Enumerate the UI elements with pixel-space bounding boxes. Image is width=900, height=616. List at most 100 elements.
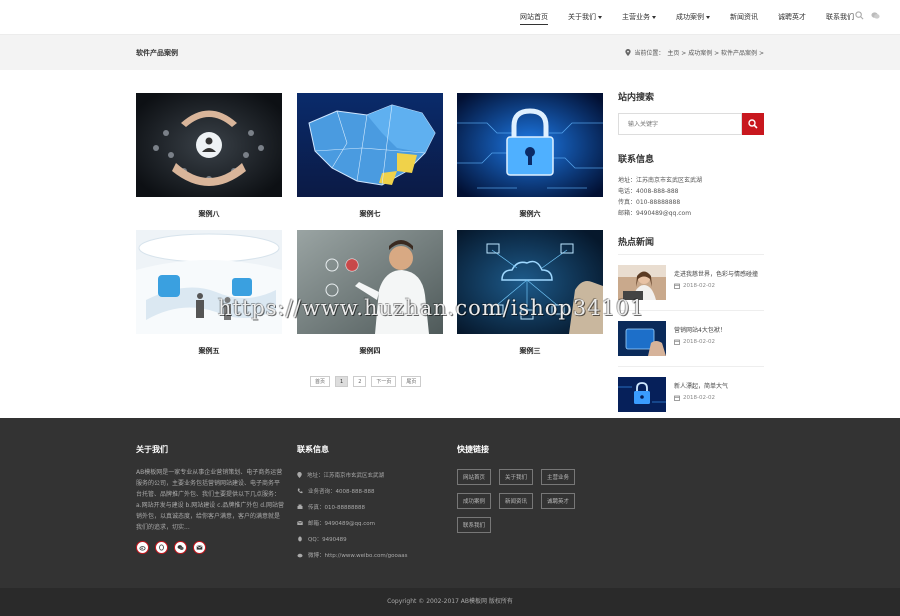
- footer-contact-text: 业务咨询：4008-888-888: [308, 489, 375, 495]
- news-image[interactable]: [618, 377, 666, 412]
- breadcrumb-bar: 软件产品案例 当前位置： 主页 > 成功案例 > 软件产品案例 >: [0, 34, 900, 70]
- quick-link-cases[interactable]: 成功案例: [457, 493, 491, 509]
- quick-link-contact[interactable]: 联系我们: [457, 517, 491, 533]
- wechat-icon[interactable]: [871, 11, 880, 20]
- footer-contact-text: 地址：江苏南京市玄武区玄武湖: [307, 473, 385, 479]
- news-item[interactable]: 新人漂起，简单大气 2018-02-02: [618, 367, 764, 422]
- quick-link-business[interactable]: 主营业务: [541, 469, 575, 485]
- contact-title: 联系信息: [618, 155, 655, 165]
- sidebar: 站内搜索 联系信息 地址：江苏南京市玄武区玄武湖 电话：4008-888-888…: [618, 90, 764, 422]
- search-title: 站内搜索: [618, 93, 655, 103]
- nav-item-cases[interactable]: 成功案例: [676, 0, 710, 34]
- weibo-icon: [297, 553, 303, 558]
- nav-label: 新闻资讯: [730, 13, 758, 21]
- page-first-button[interactable]: 首页: [310, 376, 331, 387]
- footer-contact-title: 联系信息: [297, 445, 329, 454]
- news-title: 热点新闻: [618, 235, 764, 255]
- footer-contact-line: 地址：江苏南京市玄武区玄武湖: [297, 467, 407, 483]
- breadcrumb: 当前位置： 主页 > 成功案例 > 软件产品案例 >: [625, 48, 764, 57]
- footer-contact-line: 微博：http://www.weibo.com/gooaas: [297, 547, 407, 563]
- footer-contact-list: 地址：江苏南京市玄武区玄武湖 业务咨询：4008-888-888 传真：010-…: [297, 467, 407, 563]
- nav-item-news[interactable]: 新闻资讯: [730, 0, 758, 34]
- case-card[interactable]: 案例四: [297, 230, 443, 356]
- nav-label: 联系我们: [826, 13, 854, 21]
- footer-contact-line: 业务咨询：4008-888-888: [297, 483, 407, 499]
- footer-contact-text: QQ：9490489: [308, 537, 347, 543]
- page-last-button[interactable]: 尾页: [401, 376, 422, 387]
- footer-contact: 联系信息 地址：江苏南京市玄武区玄武湖 业务咨询：4008-888-888 传真…: [297, 444, 407, 563]
- search-icon: [748, 119, 758, 129]
- case-card[interactable]: 案例八: [136, 93, 282, 219]
- email-icon: [297, 520, 303, 525]
- case-caption[interactable]: 案例六: [457, 209, 603, 219]
- news-item-title[interactable]: 营销网站4大包袱！: [674, 325, 726, 334]
- nav-item-about[interactable]: 关于我们: [568, 0, 602, 34]
- social-links: [136, 541, 284, 554]
- page-1-button[interactable]: 1: [335, 376, 349, 387]
- search-input[interactable]: [618, 113, 742, 135]
- page-title: 软件产品案例: [136, 49, 178, 57]
- nav-label: 关于我们: [568, 13, 596, 21]
- nav-label: 成功案例: [676, 13, 704, 21]
- news-item-title[interactable]: 新人漂起，简单大气: [674, 381, 728, 390]
- contact-info: 地址：江苏南京市玄武区玄武湖 电话：4008-888-888 传真：010-88…: [618, 175, 764, 219]
- footer-about: 关于我们 AB模板网是一家专业从事企业营销策划、电子商务运营服务的公司，主要业务…: [136, 444, 284, 554]
- nav-item-business[interactable]: 主营业务: [622, 0, 656, 34]
- case-image[interactable]: [457, 93, 603, 197]
- case-caption[interactable]: 案例七: [297, 209, 443, 219]
- nav-label: 网站首页: [520, 13, 548, 21]
- quick-link-news[interactable]: 新闻资讯: [499, 493, 533, 509]
- contact-email: 邮箱：9490489@qq.com: [618, 210, 692, 217]
- nav-item-home[interactable]: 网站首页: [520, 0, 548, 34]
- case-caption[interactable]: 案例八: [136, 209, 282, 219]
- quick-links: 网站首页 关于我们 主营业务 成功案例 新闻资讯 诚聘英才 联系我们: [457, 469, 575, 533]
- footer-contact-line: QQ：9490489: [297, 531, 407, 547]
- quick-link-jobs[interactable]: 诚聘英才: [541, 493, 575, 509]
- phone-icon: [297, 488, 303, 494]
- footer-links-title: 快捷链接: [457, 445, 489, 454]
- footer-contact-text[interactable]: 微博：http://www.weibo.com/gooaas: [308, 551, 407, 559]
- page-next-button[interactable]: 下一页: [371, 376, 397, 387]
- case-card[interactable]: 案例六: [457, 93, 603, 219]
- calendar-icon: [674, 395, 680, 401]
- case-card[interactable]: 案例七: [297, 93, 443, 219]
- news-image[interactable]: [618, 265, 666, 300]
- nav-item-jobs[interactable]: 诚聘英才: [778, 0, 806, 34]
- news-image[interactable]: [618, 321, 666, 356]
- breadcrumb-path[interactable]: 主页 > 成功案例 > 软件产品案例 >: [667, 48, 764, 57]
- case-card[interactable]: 案例三: [457, 230, 603, 356]
- page-2-button[interactable]: 2: [353, 376, 367, 387]
- news-item-title[interactable]: 走进我慈世界，色彩与情感碰撞: [674, 269, 758, 278]
- quick-link-home[interactable]: 网站首页: [457, 469, 491, 485]
- footer-links: 快捷链接 网站首页 关于我们 主营业务 成功案例 新闻资讯 诚聘英才 联系我们: [457, 444, 575, 533]
- email-icon[interactable]: [193, 541, 206, 554]
- nav-icons: [855, 11, 880, 20]
- footer-contact-line: 邮箱：9490489@qq.com: [297, 515, 407, 531]
- fax-icon: [297, 504, 303, 509]
- case-image[interactable]: [136, 93, 282, 197]
- wechat-icon[interactable]: [174, 541, 187, 554]
- news-date-text: 2018-02-02: [683, 339, 715, 345]
- case-image[interactable]: [297, 93, 443, 197]
- weibo-icon[interactable]: [136, 541, 149, 554]
- footer-about-title: 关于我们: [136, 445, 168, 454]
- case-caption[interactable]: 案例三: [457, 346, 603, 356]
- qq-icon[interactable]: [155, 541, 168, 554]
- search-icon[interactable]: [855, 11, 864, 20]
- case-card[interactable]: 案例五: [136, 230, 282, 356]
- calendar-icon: [674, 283, 680, 289]
- watermark: https://www.huzhan.com/ishop34101: [218, 296, 645, 320]
- search-button[interactable]: [742, 113, 764, 135]
- caret-down-icon: [652, 15, 656, 19]
- copyright-bar: Copyright © 2002-2017 AB模板网 版权所有: [0, 588, 900, 616]
- nav-item-contact[interactable]: 联系我们: [826, 0, 854, 34]
- footer-about-text: AB模板网是一家专业从事企业营销策划、电子商务运营服务的公司，主要业务包括营销网…: [136, 469, 284, 531]
- contact-phone: 电话：4008-888-888: [618, 188, 679, 195]
- location-icon: [297, 472, 302, 478]
- copyright-text: Copyright © 2002-2017 AB模板网 版权所有: [387, 598, 513, 605]
- pagination: 首页 1 2 下一页 尾页: [310, 376, 422, 387]
- qq-icon: [298, 536, 302, 542]
- case-caption[interactable]: 案例四: [297, 346, 443, 356]
- case-caption[interactable]: 案例五: [136, 346, 282, 356]
- quick-link-about[interactable]: 关于我们: [499, 469, 533, 485]
